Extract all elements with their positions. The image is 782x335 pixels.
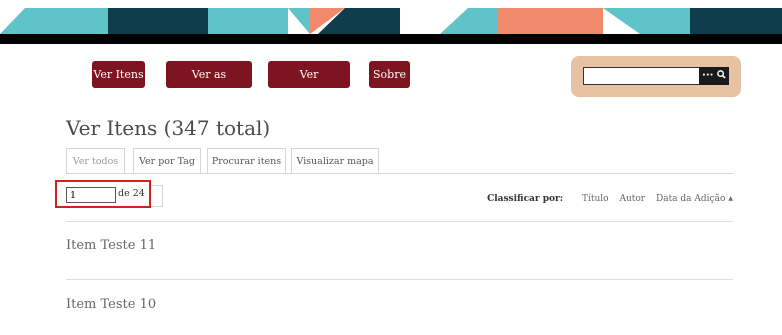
sort-option-titulo[interactable]: Título: [582, 194, 609, 204]
nav-ver-exposicoes-button[interactable]: Ver Exposições: [268, 61, 350, 108]
banner-shape-salmon-2: [498, 8, 603, 34]
nav-sobre-button[interactable]: Sobre: [369, 61, 410, 88]
nav-ver-colecoes-button[interactable]: Ver as Coleções: [166, 61, 252, 108]
sort-option-data-adicao-label: Data da Adição: [655, 194, 726, 204]
more-options-icon: ···: [702, 70, 714, 81]
tabs-divider: [66, 173, 733, 174]
list-item-title[interactable]: Item Teste 11: [66, 238, 156, 253]
nav-ver-itens-button[interactable]: Ver Itens: [92, 61, 145, 88]
banner-shape-dark-1: [108, 8, 208, 34]
tab-ver-todos[interactable]: Ver todos: [66, 148, 125, 174]
banner-black-bar: [0, 34, 782, 44]
next-page-button[interactable]: [150, 185, 163, 207]
search-icon: [717, 70, 726, 81]
search-button[interactable]: ···: [699, 67, 729, 85]
search-box: ···: [571, 56, 741, 97]
banner-shape-dark-3: [690, 8, 782, 34]
sort-label: Classificar por:: [487, 194, 564, 204]
tab-ver-por-tag[interactable]: Ver por Tag: [133, 148, 201, 174]
tab-procurar-itens[interactable]: Procurar itens: [207, 148, 286, 174]
list-divider: [66, 221, 733, 222]
banner-shape-teal-2: [208, 8, 288, 34]
tab-visualizar-mapa[interactable]: Visualizar mapa: [291, 148, 379, 174]
sort-option-data-adicao[interactable]: Data da Adição ▲: [656, 194, 733, 204]
list-divider: [66, 279, 733, 280]
page-title: Ver Itens (347 total): [66, 116, 271, 140]
sort-option-autor[interactable]: Autor: [619, 194, 645, 204]
header-banner: [0, 0, 782, 44]
sort-ascending-icon: ▲: [728, 195, 733, 202]
search-input[interactable]: [583, 67, 707, 85]
highlight-box: [55, 180, 151, 208]
sort-bar: Classificar por: Título Autor Data da Ad…: [487, 194, 733, 204]
list-item-title[interactable]: Item Teste 10: [66, 297, 156, 312]
